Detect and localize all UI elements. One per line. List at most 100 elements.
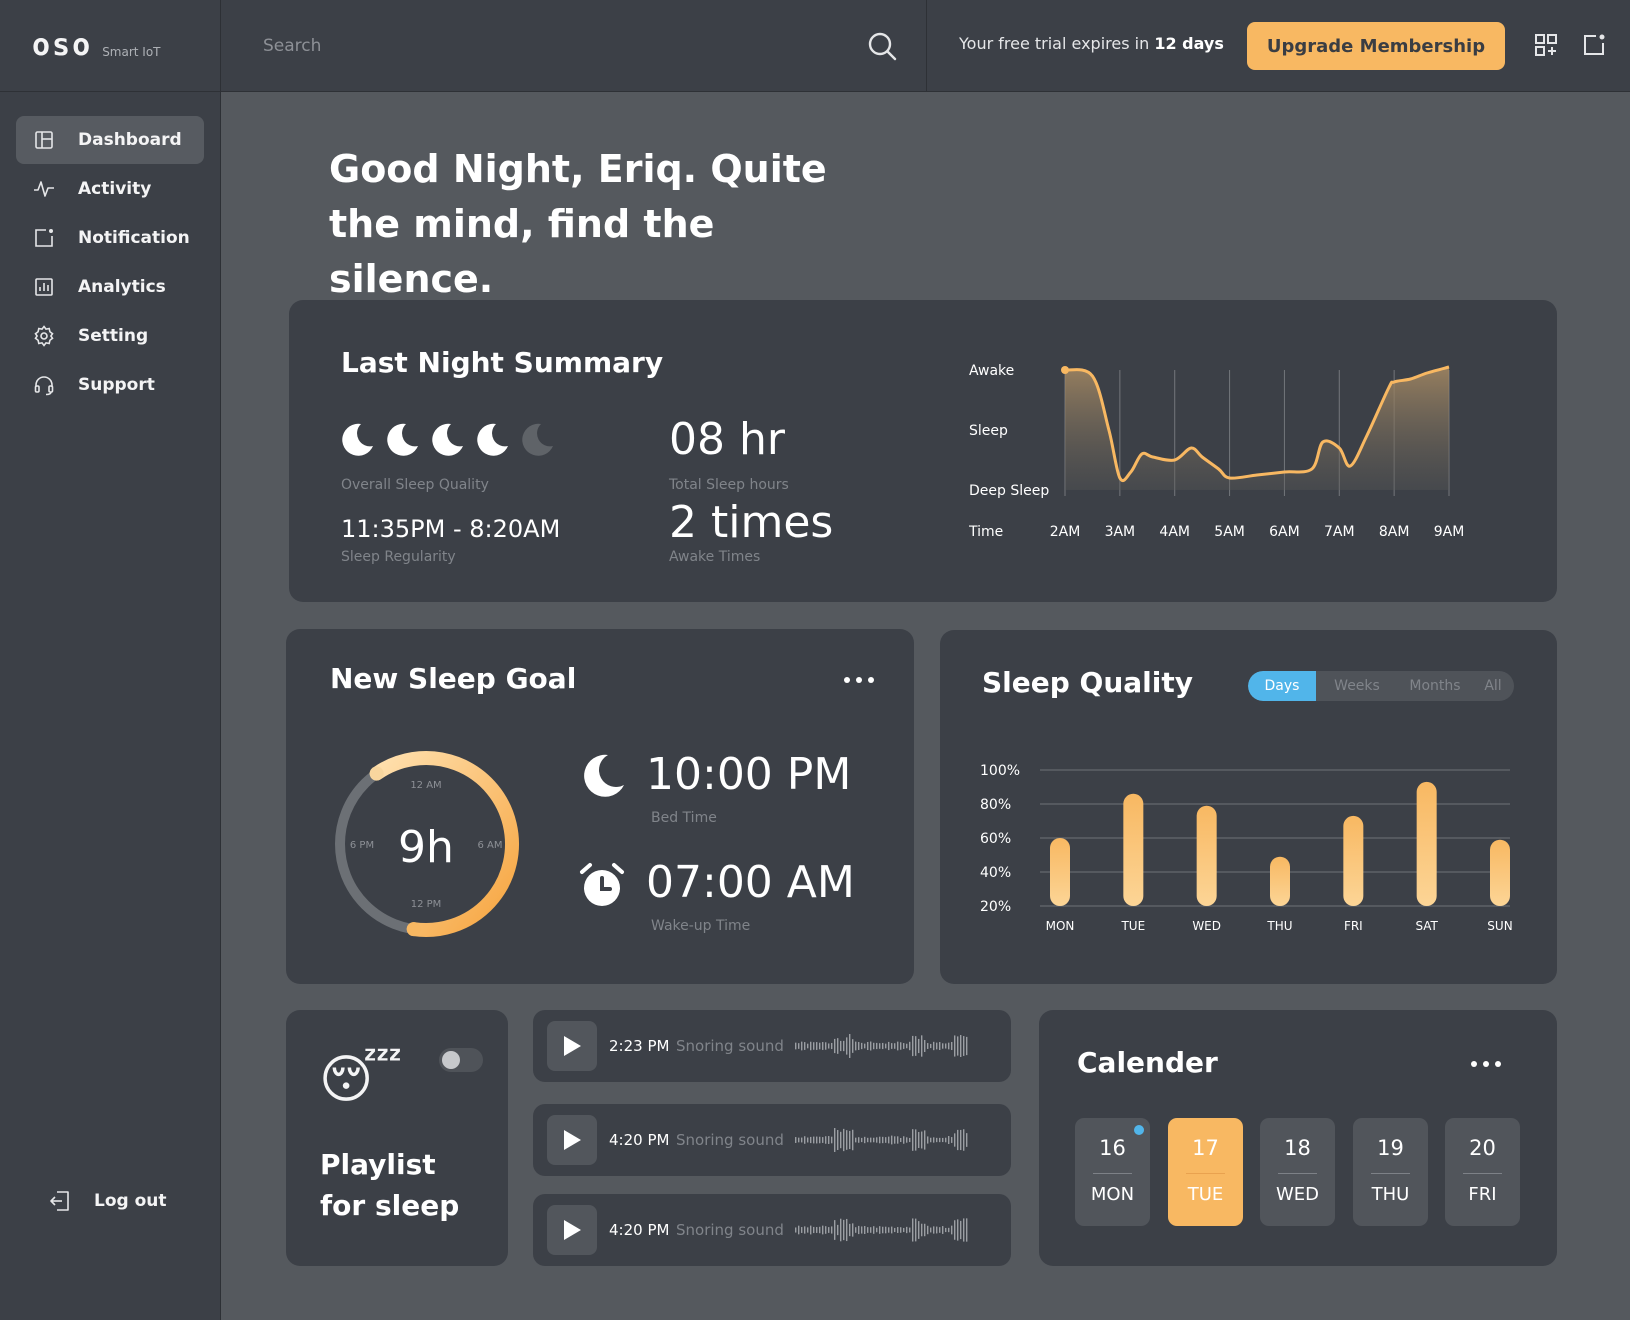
bar: [1490, 839, 1510, 906]
sleep-regularity-value: 11:35PM - 8:20AM: [341, 515, 561, 543]
logo[interactable]: oso Smart IoT: [0, 0, 220, 92]
wave-bar: [951, 1225, 953, 1235]
wave-bar: [810, 1136, 812, 1144]
recording-row[interactable]: 2:23 PM Snoring sound: [533, 1010, 1011, 1082]
moon-icon-filled: [432, 423, 463, 456]
wave-bar: [960, 1034, 962, 1058]
more-options-icon[interactable]: [1469, 1058, 1503, 1070]
sidebar-nav: Dashboard Activity Notification Analytic…: [0, 92, 220, 409]
sidebar-item-analytics[interactable]: Analytics: [16, 263, 204, 311]
wave-bar: [915, 1218, 917, 1242]
dashboard-icon: [32, 128, 56, 152]
wave-bar: [855, 1137, 857, 1143]
wave-bar: [867, 1227, 869, 1233]
wave-bar: [885, 1043, 887, 1049]
sidebar-item-label: Dashboard: [78, 130, 182, 150]
search-bar: [221, 0, 927, 92]
calendar-day[interactable]: 20 FRI: [1445, 1118, 1520, 1226]
x-tick-label: TUE: [1120, 919, 1145, 933]
wake-time-value: 07:00 AM: [646, 857, 855, 908]
wave-bar: [876, 1137, 878, 1143]
wave-bar: [915, 1036, 917, 1056]
calendar-day[interactable]: 16 MON: [1075, 1118, 1150, 1226]
wave-bar: [873, 1226, 875, 1234]
sidebar-item-support[interactable]: Support: [16, 361, 204, 409]
calendar-card: Calender 16 MON 17 TUE 18 WED 19 THU 20 …: [1039, 1010, 1557, 1266]
wave-bar: [855, 1227, 857, 1233]
play-button[interactable]: [547, 1021, 597, 1071]
wave-bar: [852, 1039, 854, 1053]
sleep-quality-card: Sleep Quality Days Weeks Months All 100%…: [940, 630, 1557, 984]
wave-bar: [885, 1226, 887, 1234]
more-options-icon[interactable]: [842, 674, 876, 686]
wave-bar: [822, 1225, 824, 1235]
wave-bar: [906, 1043, 908, 1049]
calendar-day[interactable]: 19 THU: [1353, 1118, 1428, 1226]
wave-bar: [912, 1129, 914, 1151]
waveform-icon: [795, 1034, 968, 1058]
sidebar-item-activity[interactable]: Activity: [16, 165, 204, 213]
play-button[interactable]: [547, 1205, 597, 1255]
y-axis-label: Sleep: [969, 423, 1008, 439]
sleep-goal-dial[interactable]: 12 AM 12 PM 6 PM 6 AM 9h: [326, 744, 526, 944]
wave-bar: [900, 1137, 902, 1143]
wave-bar: [900, 1042, 902, 1050]
notification-icon[interactable]: [1581, 32, 1607, 58]
wave-bar: [849, 1223, 851, 1237]
total-hours-label: Total Sleep hours: [669, 477, 789, 493]
sidebar-item-setting[interactable]: Setting: [16, 312, 204, 360]
wave-bar: [867, 1137, 869, 1143]
wave-bar: [795, 1227, 797, 1233]
wave-bar: [807, 1137, 809, 1143]
wave-bar: [822, 1137, 824, 1143]
wave-bar: [939, 1137, 941, 1143]
day-number: 17: [1192, 1136, 1219, 1160]
playlist-title-line-1: Playlist: [320, 1148, 436, 1181]
wave-bar: [945, 1137, 947, 1143]
wave-bar: [849, 1130, 851, 1150]
search-icon[interactable]: [866, 30, 898, 62]
sidebar-item-notification[interactable]: Notification: [16, 214, 204, 262]
recording-row[interactable]: 4:20 PM Snoring sound: [533, 1104, 1011, 1176]
wave-bar: [816, 1136, 818, 1144]
wave-bar: [921, 1131, 923, 1149]
sleeping-face-icon: 😴: [319, 1050, 403, 1110]
wave-bar: [966, 1133, 968, 1147]
add-widget-icon[interactable]: [1533, 32, 1559, 58]
logout-button[interactable]: Log out: [32, 1177, 221, 1225]
moon-icon-filled: [387, 423, 418, 456]
calendar-day[interactable]: 18 WED: [1260, 1118, 1335, 1226]
x-tick-label: 9AM: [1434, 524, 1465, 540]
wave-bar: [843, 1219, 845, 1241]
wave-bar: [927, 1136, 929, 1144]
wave-bar: [954, 1133, 956, 1147]
tab-months[interactable]: Months: [1398, 671, 1472, 701]
wave-bar: [948, 1042, 950, 1050]
wave-bar: [873, 1042, 875, 1050]
sidebar-item-dashboard[interactable]: Dashboard: [16, 116, 204, 164]
upgrade-membership-button[interactable]: Upgrade Membership: [1247, 22, 1505, 70]
wave-bar: [828, 1227, 830, 1233]
wave-bar: [966, 1218, 968, 1242]
wave-bar: [870, 1227, 872, 1233]
wave-bar: [918, 1221, 920, 1239]
playlist-toggle[interactable]: [439, 1048, 483, 1072]
wave-bar: [894, 1043, 896, 1049]
playlist-title: Playlist for sleep: [320, 1144, 459, 1226]
play-button[interactable]: [547, 1115, 597, 1165]
tab-weeks[interactable]: Weeks: [1316, 671, 1398, 701]
tab-days[interactable]: Days: [1248, 671, 1316, 701]
tab-all[interactable]: All: [1472, 671, 1514, 701]
recording-row[interactable]: 4:20 PM Snoring sound: [533, 1194, 1011, 1266]
day-weekday: MON: [1090, 1184, 1135, 1205]
sidebar-item-label: Notification: [78, 228, 190, 248]
wave-bar: [909, 1227, 911, 1233]
wave-bar: [837, 1130, 839, 1150]
wave-bar: [894, 1227, 896, 1233]
search-input[interactable]: [263, 30, 823, 62]
wave-bar: [891, 1043, 893, 1049]
playlist-card[interactable]: 😴 Playlist for sleep: [286, 1010, 508, 1266]
event-dot: [1134, 1125, 1144, 1135]
calendar-day-selected[interactable]: 17 TUE: [1168, 1118, 1243, 1226]
y-tick-label: 40%: [980, 865, 1011, 881]
